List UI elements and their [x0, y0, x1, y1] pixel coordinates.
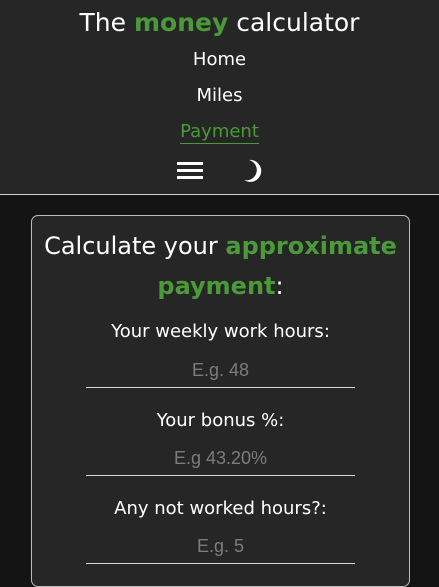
- bonus-label: Your bonus %:: [156, 410, 285, 431]
- payment-calculator-card: Calculate your approximate payment: Your…: [31, 215, 410, 587]
- moon-icon[interactable]: [240, 159, 262, 183]
- nav-link-miles[interactable]: Miles: [0, 84, 439, 108]
- hamburger-icon[interactable]: [177, 162, 203, 180]
- site-title-accent: money: [133, 8, 229, 37]
- bonus-input[interactable]: [86, 441, 355, 476]
- site-title-prefix: The: [79, 8, 134, 37]
- weekly-hours-label: Your weekly work hours:: [111, 321, 330, 342]
- card-title-suffix: :: [275, 272, 284, 300]
- site-header: The money calculator Home Miles Payment: [0, 0, 439, 195]
- nav-link-home[interactable]: Home: [0, 48, 439, 72]
- nav-link-payment[interactable]: Payment: [0, 120, 439, 144]
- not-worked-hours-label: Any not worked hours?:: [114, 498, 327, 519]
- weekly-hours-input[interactable]: [86, 353, 355, 388]
- card-title-prefix: Calculate your: [44, 232, 226, 260]
- site-title-suffix: calculator: [228, 8, 360, 37]
- not-worked-hours-input[interactable]: [86, 529, 355, 564]
- card-title: Calculate your approximate payment:: [32, 226, 409, 306]
- site-title: The money calculator: [0, 7, 439, 39]
